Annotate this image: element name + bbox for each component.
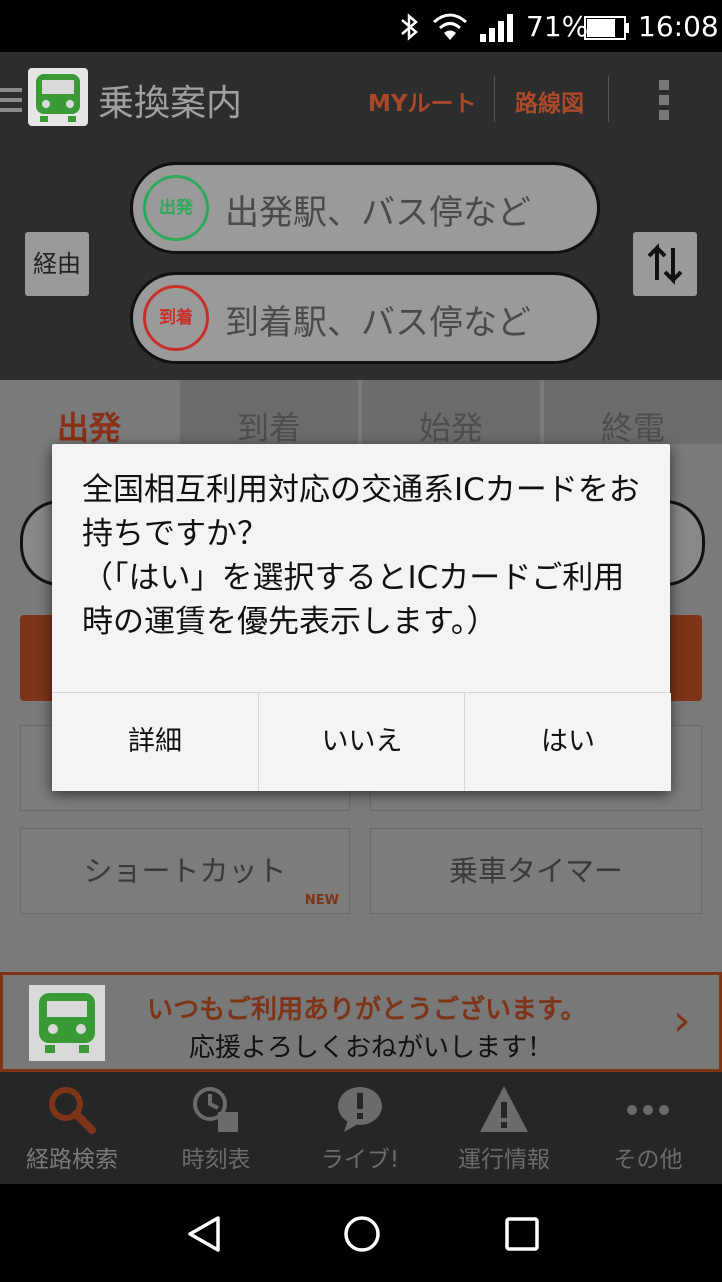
dialog-button-row: 詳細 いいえ はい — [52, 692, 671, 791]
dialog-message: 全国相互利用対応の交通系ICカードをお持ちですか？ （「はい」を選択するとICカ… — [82, 472, 640, 640]
nav-other[interactable]: その他 — [576, 1072, 720, 1184]
bottom-nav: 経路検索 時刻表 ライブ! 運行情報 その他 — [0, 1072, 722, 1184]
arrival-placeholder: 到着駅、バス停など — [225, 303, 531, 343]
home-icon[interactable] — [342, 1214, 382, 1254]
bluetooth-icon — [401, 13, 418, 41]
shortcut-button[interactable]: ショートカット NEW — [20, 828, 350, 914]
wifi-icon — [433, 13, 467, 40]
banner-subtext: 応援よろしくおねがいします！ — [189, 1033, 554, 1063]
tab-last-train[interactable]: 終電 — [544, 380, 722, 447]
train-logo-icon — [28, 68, 88, 126]
swap-icon — [647, 243, 683, 285]
timetable-icon — [193, 1087, 238, 1132]
speech-bubble-icon — [338, 1087, 382, 1132]
battery-percent: 71% — [526, 10, 589, 43]
banner-headline: いつもご利用ありがとうございます。 — [147, 995, 587, 1025]
back-icon[interactable] — [184, 1214, 224, 1254]
search-panel: 経由 出発 出発駅、バス停など 到着 到着駅、バス停など — [0, 142, 722, 380]
yes-button[interactable]: はい — [464, 693, 671, 791]
more-options-icon[interactable] — [657, 80, 671, 124]
no-button[interactable]: いいえ — [258, 693, 465, 791]
arrival-badge: 到着 — [143, 285, 209, 351]
clock: 16:08 — [638, 10, 719, 43]
status-bar: 71% 16:08 — [0, 0, 722, 52]
signal-icon — [480, 14, 513, 42]
chevron-right-icon: › — [673, 995, 691, 1046]
route-map-link[interactable]: 路線図 — [515, 84, 584, 118]
nav-label: その他 — [613, 1147, 683, 1173]
new-badge: NEW — [304, 893, 339, 908]
departure-badge: 出発 — [143, 175, 209, 241]
train-logo-icon — [29, 985, 105, 1061]
tab-arrival[interactable]: 到着 — [180, 380, 358, 447]
recents-icon[interactable] — [504, 1216, 540, 1252]
promo-banner[interactable]: いつもご利用ありがとうございます。 応援よろしくおねがいします！ › — [0, 972, 722, 1072]
app-title: 乗換案内 — [98, 83, 243, 124]
arrival-field[interactable]: 到着 到着駅、バス停など — [130, 272, 600, 364]
nav-label: 時刻表 — [181, 1147, 251, 1173]
more-dots-icon — [627, 1105, 669, 1115]
nav-service-info[interactable]: 運行情報 — [432, 1072, 576, 1184]
system-nav-bar — [0, 1184, 722, 1282]
nav-label: 運行情報 — [458, 1147, 550, 1173]
shortcut-label: ショートカット — [83, 854, 287, 888]
tab-departure[interactable]: 出発 — [0, 380, 178, 447]
warning-icon — [480, 1086, 528, 1132]
ic-card-dialog: 全国相互利用対応の交通系ICカードをお持ちですか？ （「はい」を選択するとICカ… — [52, 444, 671, 791]
nav-label: ライブ! — [320, 1147, 400, 1173]
battery-icon — [584, 16, 629, 40]
nav-route-search[interactable]: 経路検索 — [0, 1072, 144, 1184]
details-button[interactable]: 詳細 — [52, 693, 258, 791]
app-bar: 乗換案内 MYルート 路線図 — [0, 52, 722, 142]
departure-field[interactable]: 出発 出発駅、バス停など — [130, 162, 600, 254]
departure-placeholder: 出発駅、バス停など — [225, 193, 531, 233]
menu-icon[interactable] — [0, 88, 22, 112]
search-icon — [49, 1087, 96, 1134]
nav-live[interactable]: ライブ! — [288, 1072, 432, 1184]
nav-label: 経路検索 — [26, 1147, 118, 1173]
nav-timetable[interactable]: 時刻表 — [144, 1072, 288, 1184]
my-route-link[interactable]: MYルート — [368, 84, 477, 118]
divider — [608, 76, 609, 122]
ride-timer-button[interactable]: 乗車タイマー — [370, 828, 702, 914]
swap-stations-button[interactable] — [633, 232, 697, 296]
tab-first-train[interactable]: 始発 — [362, 380, 540, 447]
via-button[interactable]: 経由 — [25, 232, 89, 296]
divider — [494, 76, 495, 122]
